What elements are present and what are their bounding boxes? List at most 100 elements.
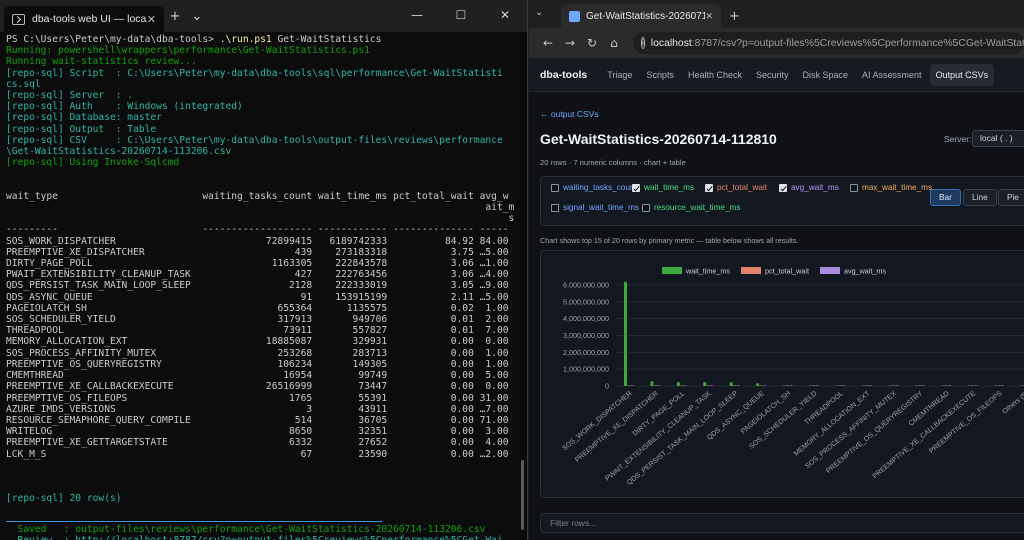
terminal-line: s bbox=[6, 213, 522, 224]
terminal-text: PREEMPTIVE_OS_FILEOPS 1765 55391 0.00 31… bbox=[6, 392, 509, 404]
terminal-line: wait_type waiting_tasks_count wait_time_… bbox=[6, 191, 522, 202]
nav-scripts[interactable]: Scripts bbox=[640, 64, 680, 86]
metric-toggle-avg-wait-ms[interactable]: avg_wait_ms bbox=[779, 183, 839, 192]
legend-label: pct_total_wait bbox=[765, 267, 809, 276]
terminal-output[interactable]: PS C:\Users\Peter\my-data\dba-tools> .\r… bbox=[0, 32, 528, 540]
window-controls: — ☐ ✕ bbox=[395, 0, 527, 32]
terminal-tab-bar: dba-tools web UI — localhost ✕ + ⌄ — ☐ ✕ bbox=[0, 0, 527, 32]
bar bbox=[816, 385, 820, 386]
checkbox[interactable] bbox=[551, 183, 559, 192]
reload-icon[interactable]: ↻ bbox=[581, 36, 603, 50]
terminal-text: .\run.ps1 bbox=[219, 34, 272, 45]
chart-type-bar-button[interactable]: Bar bbox=[930, 189, 961, 206]
terminal-line: [repo-sql] Using Invoke-Sqlcmd bbox=[6, 157, 522, 168]
terminal-text: PAGEIOLATCH_SH 655364 1135575 0.02 1.00 bbox=[6, 302, 509, 314]
home-icon[interactable]: ⌂ bbox=[603, 36, 625, 50]
terminal-tab-title: dba-tools web UI — localhost bbox=[32, 13, 147, 25]
checkbox[interactable] bbox=[632, 183, 640, 192]
metric-label: avg_wait_ms bbox=[791, 183, 839, 192]
terminal-text: output-files\reviews\performance\Get-Wai… bbox=[75, 523, 486, 535]
new-tab-icon[interactable]: + bbox=[729, 9, 740, 24]
metric-toggle-resource-wait-time-ms[interactable]: resource_wait_time_ms bbox=[642, 203, 740, 212]
y-tick-label: 0 bbox=[605, 382, 609, 391]
terminal-tab[interactable]: dba-tools web UI — localhost ✕ bbox=[4, 6, 164, 32]
server-select[interactable]: local ( . ) bbox=[972, 130, 1024, 147]
terminal-text: THREADPOOL 73911 557827 0.01 7.00 bbox=[6, 325, 509, 337]
legend-swatch bbox=[741, 267, 761, 274]
metric-toggle-pct-total-wait[interactable]: pct_total_wait bbox=[705, 183, 767, 192]
metric-toggle-signal-wait-time-ms[interactable]: signal_wait_time_ms bbox=[551, 203, 639, 212]
server-label: Server: bbox=[944, 134, 972, 144]
close-window-icon[interactable]: ✕ bbox=[483, 0, 527, 32]
terminal-text: AZURE_IMDS_VERSIONS 3 43911 0.00 …7.00 bbox=[6, 403, 509, 415]
nav-disk-space[interactable]: Disk Space bbox=[797, 64, 855, 86]
bar bbox=[683, 385, 687, 386]
metric-label: pct_total_wait bbox=[717, 183, 768, 192]
terminal-text: PREEMPTIVE_XE_GETTARGETSTATE 6332 27652 … bbox=[6, 437, 509, 449]
terminal-text: PWAIT_EXTENSIBILITY_CLEANUP_TASK 427 222… bbox=[6, 269, 509, 281]
bar bbox=[948, 385, 952, 386]
terminal-line: PS C:\Users\Peter\my-data\dba-tools> .\r… bbox=[6, 34, 522, 45]
url-path: :8787/csv?p=output-files%5Creviews%5Cper… bbox=[691, 37, 1024, 49]
bar bbox=[1001, 385, 1005, 386]
checkbox[interactable] bbox=[642, 203, 650, 212]
checkbox[interactable] bbox=[850, 183, 858, 192]
new-tab-icon[interactable]: + bbox=[164, 9, 186, 24]
metric-toggle-waiting-tasks-count[interactable]: waiting_tasks_count bbox=[551, 183, 637, 192]
nav-output-csvs[interactable]: Output CSVs bbox=[929, 63, 995, 86]
terminal-text: CMEMTHREAD 16954 99749 0.00 5.00 bbox=[6, 370, 509, 382]
tab-menu-icon[interactable]: ⌄ bbox=[535, 7, 543, 18]
page-title: Get-WaitStatistics-20260714-112810 bbox=[540, 131, 777, 147]
bar bbox=[838, 385, 842, 386]
chart-type-line-button[interactable]: Line bbox=[963, 189, 997, 206]
forward-arrow-icon[interactable]: → bbox=[559, 36, 581, 50]
bar bbox=[756, 383, 760, 386]
bar bbox=[944, 385, 948, 386]
terminal-line: WRITELOG 8650 32351 0.00 3.00 bbox=[6, 426, 522, 437]
metric-toggle-max-wait-time-ms[interactable]: max_wait_time_ms bbox=[850, 183, 932, 192]
terminal-text: wait_type waiting_tasks_count wait_time_… bbox=[6, 190, 509, 202]
terminal-text: Running wait-statistics review... bbox=[6, 56, 197, 68]
legend-swatch bbox=[662, 267, 682, 274]
x-tick-label: Others (5) bbox=[1001, 390, 1024, 416]
chart-panel: 6,000,000,000 5,000,000,000 4,000,000,000 3… bbox=[540, 250, 1024, 498]
chevron-down-icon[interactable]: ⌄ bbox=[186, 9, 208, 24]
terminal-line: \Get-WaitStatistics-20260714-113206.csv bbox=[6, 146, 522, 157]
metric-toggle-wait-time-ms[interactable]: wait_time_ms bbox=[632, 183, 694, 192]
terminal-footer-line: Saved : output-files\reviews\performance… bbox=[6, 524, 522, 535]
bar bbox=[895, 385, 899, 386]
checkbox[interactable] bbox=[779, 183, 787, 192]
bar bbox=[835, 385, 839, 386]
terminal-text: [repo-sql] Output : Table bbox=[6, 123, 157, 135]
back-arrow-icon[interactable]: ← bbox=[537, 36, 559, 50]
terminal-text: [repo-sql] Using Invoke-Sqlcmd bbox=[6, 157, 180, 169]
filter-rows-input[interactable]: Filter rows... bbox=[540, 513, 1024, 533]
address-bar[interactable]: i localhost:8787/csv?p=output-files%5Cre… bbox=[633, 32, 1024, 54]
nav-triage[interactable]: Triage bbox=[601, 64, 638, 86]
terminal-line: CMEMTHREAD 16954 99749 0.00 5.00 bbox=[6, 370, 522, 381]
nav-security[interactable]: Security bbox=[750, 64, 795, 86]
checkbox[interactable] bbox=[551, 203, 559, 212]
chart-type-pie-button[interactable]: Pie bbox=[998, 189, 1024, 206]
terminal-line: Running: powershell\wrappers\performance… bbox=[6, 45, 522, 56]
terminal-line: PREEMPTIVE_OS_FILEOPS 1765 55391 0.00 31… bbox=[6, 393, 522, 404]
browser-tab[interactable]: Get-WaitStatistics-20260714-11 ✕ bbox=[561, 4, 721, 28]
terminal-text: Review : http://localhost:8787/csv?p=out… bbox=[6, 535, 503, 540]
app-brand[interactable]: dba-tools bbox=[540, 69, 587, 81]
close-tab-icon[interactable]: ✕ bbox=[705, 11, 713, 22]
terminal-text: QDS_ASYNC_QUEUE 91 153915199 2.11 …5.00 bbox=[6, 291, 509, 303]
maximize-icon[interactable]: ☐ bbox=[439, 0, 483, 32]
terminal-text: PREEMPTIVE_OS_QUERYREGISTRY 106234 14930… bbox=[6, 358, 509, 370]
site-info-icon[interactable]: i bbox=[641, 37, 645, 49]
minimize-icon[interactable]: — bbox=[395, 0, 439, 32]
checkbox[interactable] bbox=[705, 183, 713, 192]
bar bbox=[809, 385, 813, 386]
terminal-line: AZURE_IMDS_VERSIONS 3 43911 0.00 …7.00 bbox=[6, 404, 522, 415]
terminal-scrollbar[interactable] bbox=[521, 460, 524, 530]
bar bbox=[921, 385, 925, 386]
nav-ai-assessment[interactable]: AI Assessment bbox=[856, 64, 928, 86]
terminal-line: [repo-sql] Output : Table bbox=[6, 124, 522, 135]
nav-health-check[interactable]: Health Check bbox=[682, 64, 748, 86]
back-to-output-csvs-link[interactable]: ← output CSVs bbox=[540, 109, 599, 119]
close-tab-icon[interactable]: ✕ bbox=[147, 13, 156, 26]
